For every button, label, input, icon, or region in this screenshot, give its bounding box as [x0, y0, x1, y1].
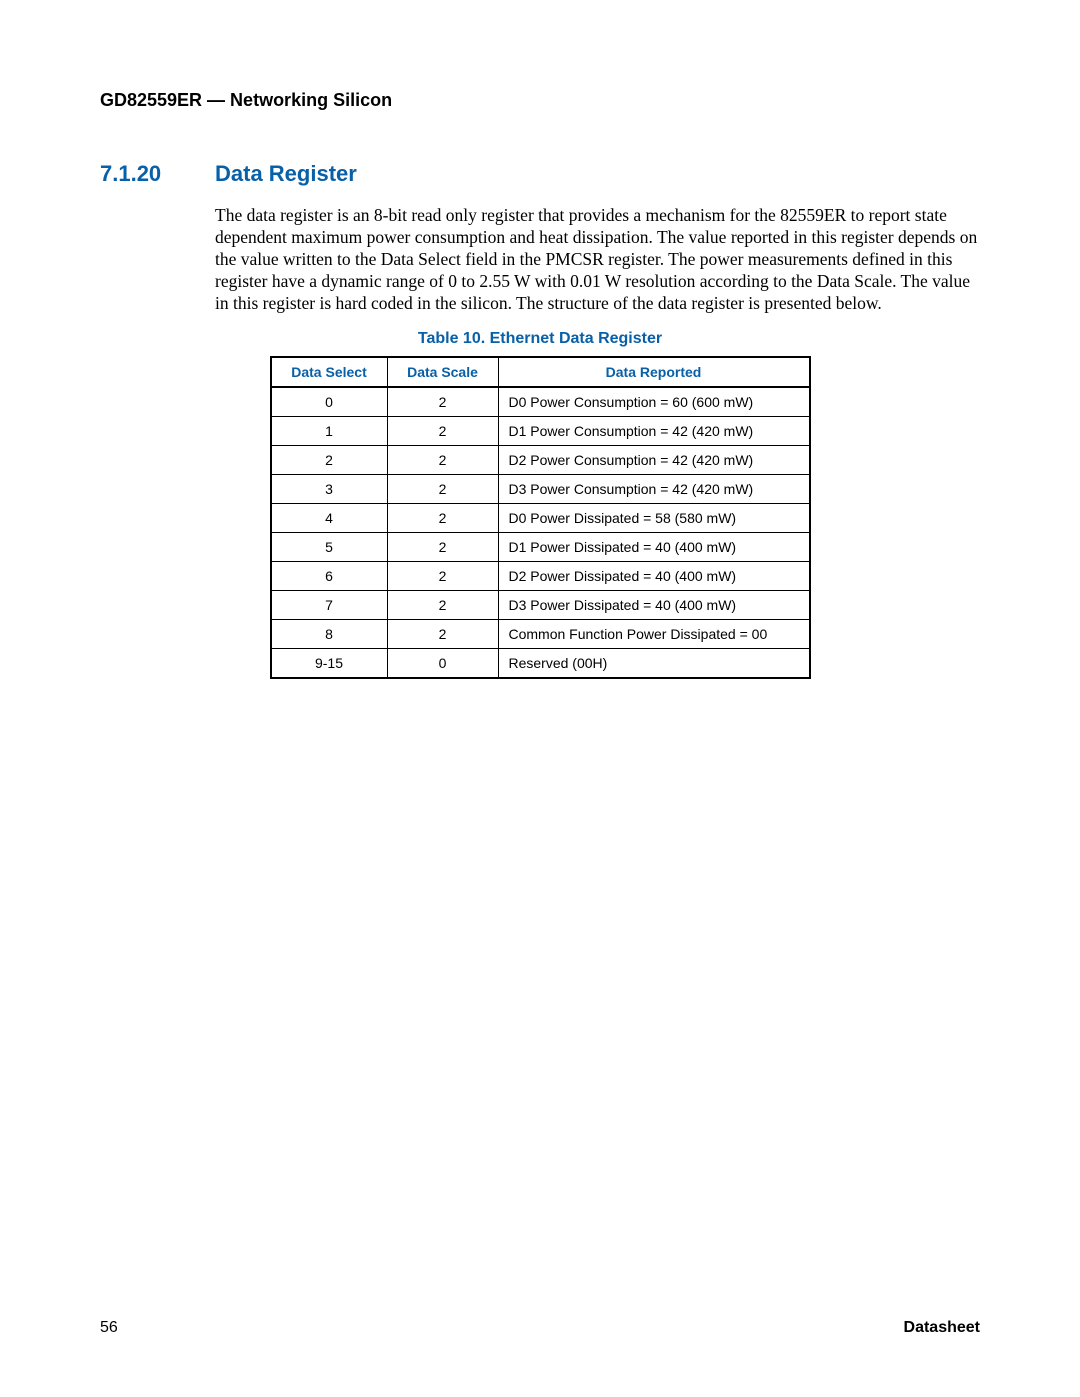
- cell-reported: D3 Power Dissipated = 40 (400 mW): [498, 591, 810, 620]
- cell-reported: D1 Power Dissipated = 40 (400 mW): [498, 533, 810, 562]
- cell-reported: D2 Power Consumption = 42 (420 mW): [498, 446, 810, 475]
- cell-scale: 2: [387, 475, 498, 504]
- cell-select: 7: [271, 591, 388, 620]
- cell-scale: 2: [387, 533, 498, 562]
- cell-scale: 2: [387, 417, 498, 446]
- cell-select: 5: [271, 533, 388, 562]
- cell-scale: 2: [387, 446, 498, 475]
- cell-reported: Reserved (00H): [498, 649, 810, 679]
- cell-reported: Common Function Power Dissipated = 00: [498, 620, 810, 649]
- cell-select: 2: [271, 446, 388, 475]
- table-row: 0 2 D0 Power Consumption = 60 (600 mW): [271, 387, 810, 417]
- cell-select: 0: [271, 387, 388, 417]
- th-data-scale: Data Scale: [387, 357, 498, 387]
- cell-select: 3: [271, 475, 388, 504]
- cell-scale: 2: [387, 387, 498, 417]
- doc-type-label: Datasheet: [904, 1319, 980, 1337]
- table-row: 5 2 D1 Power Dissipated = 40 (400 mW): [271, 533, 810, 562]
- cell-reported: D2 Power Dissipated = 40 (400 mW): [498, 562, 810, 591]
- th-data-reported: Data Reported: [498, 357, 810, 387]
- page-number: 56: [100, 1319, 118, 1337]
- th-data-select: Data Select: [271, 357, 388, 387]
- page-footer: 56 Datasheet: [100, 1319, 980, 1337]
- section-paragraph: The data register is an 8-bit read only …: [215, 205, 980, 314]
- cell-select: 6: [271, 562, 388, 591]
- table-row: 6 2 D2 Power Dissipated = 40 (400 mW): [271, 562, 810, 591]
- running-head: GD82559ER — Networking Silicon: [100, 90, 980, 111]
- table-header-row: Data Select Data Scale Data Reported: [271, 357, 810, 387]
- table-caption: Table 10. Ethernet Data Register: [100, 330, 980, 348]
- cell-scale: 2: [387, 591, 498, 620]
- cell-scale: 0: [387, 649, 498, 679]
- table-row: 1 2 D1 Power Consumption = 42 (420 mW): [271, 417, 810, 446]
- cell-scale: 2: [387, 562, 498, 591]
- cell-select: 9-15: [271, 649, 388, 679]
- table-row: 8 2 Common Function Power Dissipated = 0…: [271, 620, 810, 649]
- cell-reported: D0 Power Dissipated = 58 (580 mW): [498, 504, 810, 533]
- section-heading: 7.1.20 Data Register: [100, 161, 980, 187]
- cell-scale: 2: [387, 620, 498, 649]
- cell-reported: D1 Power Consumption = 42 (420 mW): [498, 417, 810, 446]
- cell-select: 4: [271, 504, 388, 533]
- cell-select: 8: [271, 620, 388, 649]
- cell-reported: D0 Power Consumption = 60 (600 mW): [498, 387, 810, 417]
- table-row: 4 2 D0 Power Dissipated = 58 (580 mW): [271, 504, 810, 533]
- table-row: 7 2 D3 Power Dissipated = 40 (400 mW): [271, 591, 810, 620]
- section-title: Data Register: [215, 161, 357, 187]
- table-row: 3 2 D3 Power Consumption = 42 (420 mW): [271, 475, 810, 504]
- section-number: 7.1.20: [100, 161, 215, 187]
- cell-reported: D3 Power Consumption = 42 (420 mW): [498, 475, 810, 504]
- cell-select: 1: [271, 417, 388, 446]
- page: GD82559ER — Networking Silicon 7.1.20 Da…: [0, 0, 1080, 1397]
- table-row: 2 2 D2 Power Consumption = 42 (420 mW): [271, 446, 810, 475]
- cell-scale: 2: [387, 504, 498, 533]
- ethernet-data-register-table: Data Select Data Scale Data Reported 0 2…: [270, 356, 811, 679]
- table-row: 9-15 0 Reserved (00H): [271, 649, 810, 679]
